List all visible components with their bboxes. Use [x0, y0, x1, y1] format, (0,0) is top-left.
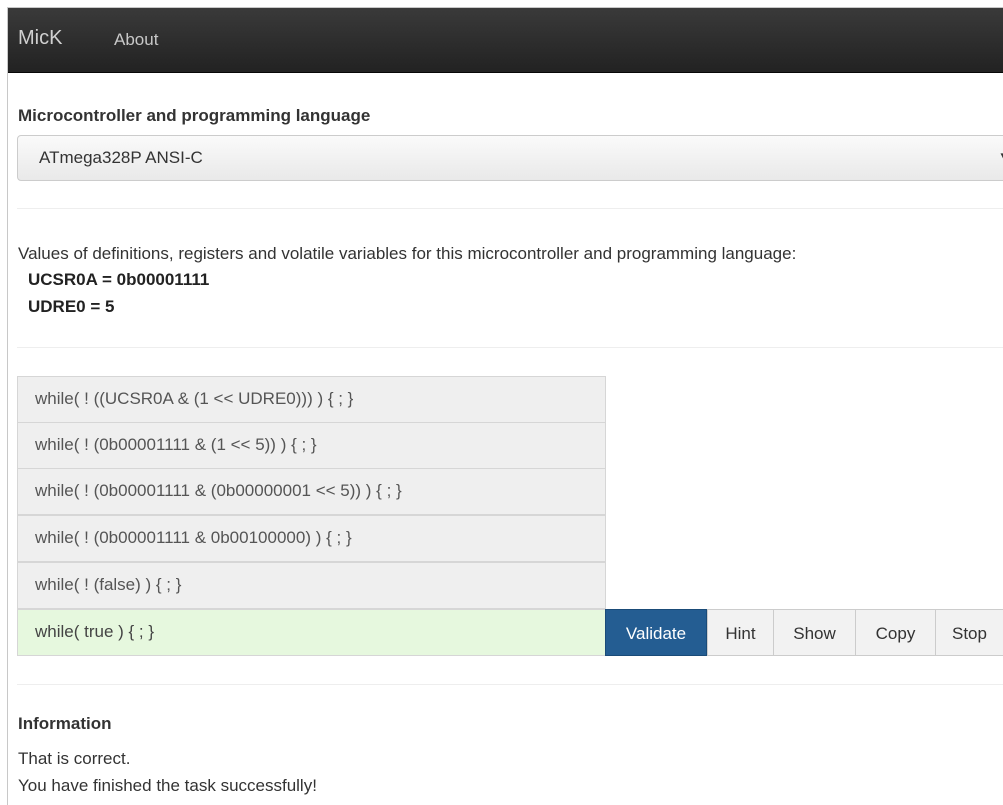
selector-label: Microcontroller and programming language — [18, 106, 371, 125]
evaluation-step: while( ! ((UCSR0A & (1 << UDRE0))) ) { ;… — [17, 376, 606, 423]
current-step-input[interactable]: while( true ) { ; } — [17, 609, 606, 656]
navbar: MicK About — [8, 8, 1003, 73]
select-value: ATmega328P ANSI-C — [39, 148, 203, 167]
information-title: Information — [18, 714, 112, 733]
validate-button[interactable]: Validate — [605, 609, 707, 656]
definition-item: UCSR0A = 0b00001111 — [28, 270, 210, 289]
microcontroller-language-select[interactable]: ATmega328P ANSI-C ▾ — [17, 135, 1003, 181]
divider — [17, 684, 1003, 685]
copy-button[interactable]: Copy — [855, 609, 936, 656]
nav-about-link[interactable]: About — [114, 30, 158, 50]
show-button[interactable]: Show — [773, 609, 856, 656]
evaluation-step: while( ! (false) ) { ; } — [17, 562, 606, 609]
divider — [17, 347, 1003, 348]
evaluation-step: while( ! (0b00001111 & (1 << 5)) ) { ; } — [17, 422, 606, 469]
evaluation-step: while( ! (0b00001111 & (0b00000001 << 5)… — [17, 468, 606, 515]
information-message: That is correct. — [18, 749, 131, 768]
stop-button[interactable]: Stop — [935, 609, 1003, 656]
app-frame: MicK About Microcontroller and programmi… — [7, 7, 1003, 805]
evaluation-step: while( ! (0b00001111 & 0b00100000) ) { ;… — [17, 515, 606, 562]
brand-link[interactable]: MicK — [18, 27, 62, 50]
definitions-intro: Values of definitions, registers and vol… — [18, 244, 797, 263]
information-message: You have finished the task successfully! — [18, 776, 317, 795]
divider — [17, 208, 1003, 209]
hint-button[interactable]: Hint — [707, 609, 774, 656]
definition-item: UDRE0 = 5 — [28, 297, 115, 316]
